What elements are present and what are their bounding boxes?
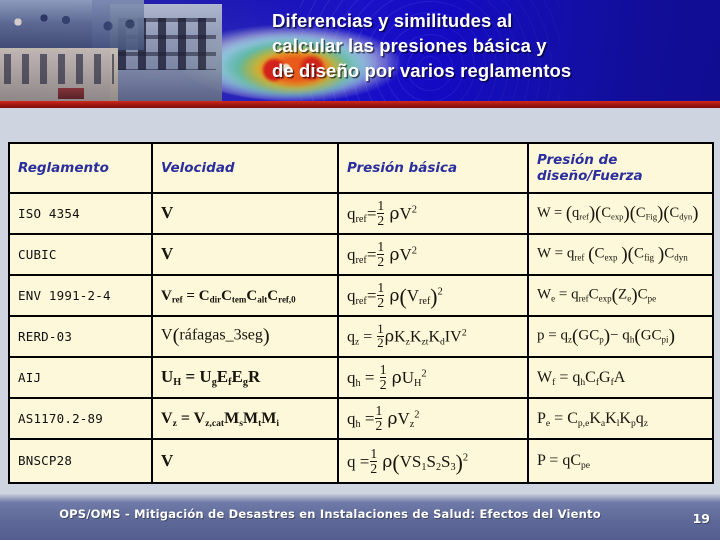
table-header: Reglamento Velocidad Presión básica Pres… — [8, 142, 714, 194]
cell-velocidad: V — [151, 192, 339, 235]
reglamento-label: BNSCP28 — [18, 453, 73, 468]
cell-presion-basica: qref= 1 2 ρ(Vref)2 — [337, 274, 529, 317]
formula-velocidad: Vz = Vz,catMsMtMi — [161, 409, 280, 429]
formula-presion-diseno: W = (qref)(Cexp)(CFig)(Cdyn) — [537, 202, 699, 224]
reglamento-label: ISO 4354 — [18, 205, 80, 221]
damaged-building-photo — [0, 48, 118, 101]
cell-presion-diseno: Wf = qhCfGfA — [527, 356, 714, 399]
table-row: ISO 4354 V qref= 1 2 ρV2 W = (qref)(Cexp)(… — [8, 192, 714, 235]
formula-presion-diseno: Pe = Cp,eKaKlKpqz — [537, 409, 649, 429]
formula-presion-basica: qz = 1 2 ρKzKztKdIV2 — [347, 321, 467, 350]
reglamento-label: RERD-03 — [18, 328, 73, 344]
reglamento-label: AIJ — [18, 369, 42, 385]
cell-reglamento: ISO 4354 — [8, 192, 153, 235]
slide-title-line-1: Diferencias y similitudes al — [272, 10, 513, 31]
reglamento-label: CUBIC — [18, 246, 57, 262]
reglamento-label: AS1170.2-89 — [18, 410, 103, 426]
cell-reglamento: CUBIC — [8, 233, 153, 276]
table-row: RERD-03 V(ráfagas_3seg) qz = 1 2 ρKzKztKdI… — [8, 315, 714, 358]
cell-presion-basica: qref= 1 2 ρV2 — [337, 192, 529, 235]
cell-reglamento: AIJ — [8, 356, 153, 399]
table-row: ENV 1991-2-4 Vref = CdirCtemCaltCref,0 q… — [8, 274, 714, 317]
slide-title-line-2: calcular las presiones básica y — [272, 35, 547, 56]
table-row: AS1170.2-89 Vz = Vz,catMsMtMi qh = 1 2 ρVz… — [8, 397, 714, 440]
formula-presion-diseno: P = qCpe — [537, 452, 591, 471]
formula-presion-basica: qh = 1 2 ρVz2 — [347, 403, 420, 433]
cell-velocidad: V — [151, 438, 339, 484]
footer-text: OPS/OMS - Mitigación de Desastres en Ins… — [59, 507, 601, 521]
reglamento-label: ENV 1991-2-4 — [18, 287, 111, 303]
table-row: BNSCP28 V q = 1 2 ρ(VS1S2S3)2 P = qCpe — [8, 438, 714, 484]
slide-title: Diferencias y similitudes al calcular la… — [272, 8, 702, 83]
cell-reglamento: RERD-03 — [8, 315, 153, 358]
cell-presion-diseno: W = (qref)(Cexp)(CFig)(Cdyn) — [527, 192, 714, 235]
page-number: 19 — [692, 511, 710, 526]
cell-presion-basica: qref= 1 2 ρV2 — [337, 233, 529, 276]
formula-presion-basica: qref= 1 2 ρV2 — [347, 239, 417, 269]
formula-presion-diseno: Wf = qhCfGfA — [537, 368, 626, 388]
column-header-presion-diseno: Presión de diseño/Fuerza — [527, 142, 714, 194]
formula-velocidad: Vref = CdirCtemCaltCref,0 — [161, 287, 296, 305]
cell-reglamento: AS1170.2-89 — [8, 397, 153, 440]
formula-velocidad: V — [161, 244, 174, 263]
table-header-row: Reglamento Velocidad Presión básica Pres… — [8, 142, 714, 194]
cell-reglamento: BNSCP28 — [8, 438, 153, 484]
cell-velocidad: Vref = CdirCtemCaltCref,0 — [151, 274, 339, 317]
table-body: ISO 4354 V qref= 1 2 ρV2 W = (qref)(Cexp)(… — [8, 192, 714, 484]
table-row: CUBIC V qref= 1 2 ρV2 W = qref (Cexp )(Cfi… — [8, 233, 714, 276]
formula-velocidad: V — [161, 450, 174, 470]
slide-title-line-3: de diseño por varios reglamentos — [272, 60, 572, 81]
cell-presion-basica: q = 1 2 ρ(VS1S2S3)2 — [337, 438, 529, 484]
cell-presion-basica: qh = 1 2 ρVz2 — [337, 397, 529, 440]
cell-presion-diseno: We = qrefCexp(Ze)Cpe — [527, 274, 714, 317]
formula-velocidad: V — [161, 203, 174, 222]
cell-velocidad: Vz = Vz,catMsMtMi — [151, 397, 339, 440]
cell-presion-diseno: Pe = Cp,eKaKlKpqz — [527, 397, 714, 440]
formula-velocidad: V(ráfagas_3seg) — [161, 325, 270, 348]
cell-presion-diseno: p = qz(GCp)− qh(GCpi) — [527, 315, 714, 358]
formula-presion-diseno: p = qz(GCp)− qh(GCpi) — [537, 326, 675, 348]
regulations-comparison-table: Reglamento Velocidad Presión básica Pres… — [8, 142, 714, 484]
column-header-velocidad: Velocidad — [151, 142, 339, 194]
formula-presion-diseno: W = qref (Cexp )(Cfig )Cdyn — [537, 244, 688, 266]
slide: Diferencias y similitudes al calcular la… — [0, 0, 720, 540]
column-header-reglamento: Reglamento — [8, 142, 153, 194]
formula-presion-basica: q = 1 2 ρ(VS1S2S3)2 — [347, 445, 469, 476]
cell-reglamento: ENV 1991-2-4 — [8, 274, 153, 317]
cell-presion-basica: qh = 12 ρUH2 — [337, 356, 529, 399]
red-divider-bar — [0, 101, 720, 108]
cell-velocidad: V — [151, 233, 339, 276]
table-row: AIJ UH = UgEfEgR qh = 12 ρUH2 Wf = qhCfG… — [8, 356, 714, 399]
formula-presion-basica: qh = 12 ρUH2 — [347, 362, 427, 392]
cell-presion-basica: qz = 1 2 ρKzKztKdIV2 — [337, 315, 529, 358]
column-header-presion-basica: Presión básica — [337, 142, 529, 194]
slide-footer: OPS/OMS - Mitigación de Desastres en Ins… — [0, 494, 720, 540]
formula-presion-basica: qref= 1 2 ρV2 — [347, 198, 417, 228]
cell-velocidad: V(ráfagas_3seg) — [151, 315, 339, 358]
formula-velocidad: UH = UgEfEgR — [161, 367, 261, 389]
formula-presion-diseno: We = qrefCexp(Ze)Cpe — [537, 285, 657, 307]
crowd-photo — [0, 0, 92, 52]
crowd-photo-secondary — [92, 0, 144, 50]
cell-velocidad: UH = UgEfEgR — [151, 356, 339, 399]
cell-presion-diseno: P = qCpe — [527, 438, 714, 484]
cell-presion-diseno: W = qref (Cexp )(Cfig )Cdyn — [527, 233, 714, 276]
formula-presion-basica: qref= 1 2 ρ(Vref)2 — [347, 280, 443, 310]
slide-banner: Diferencias y similitudes al calcular la… — [0, 0, 720, 101]
comparison-table-container: Reglamento Velocidad Presión básica Pres… — [8, 142, 714, 484]
